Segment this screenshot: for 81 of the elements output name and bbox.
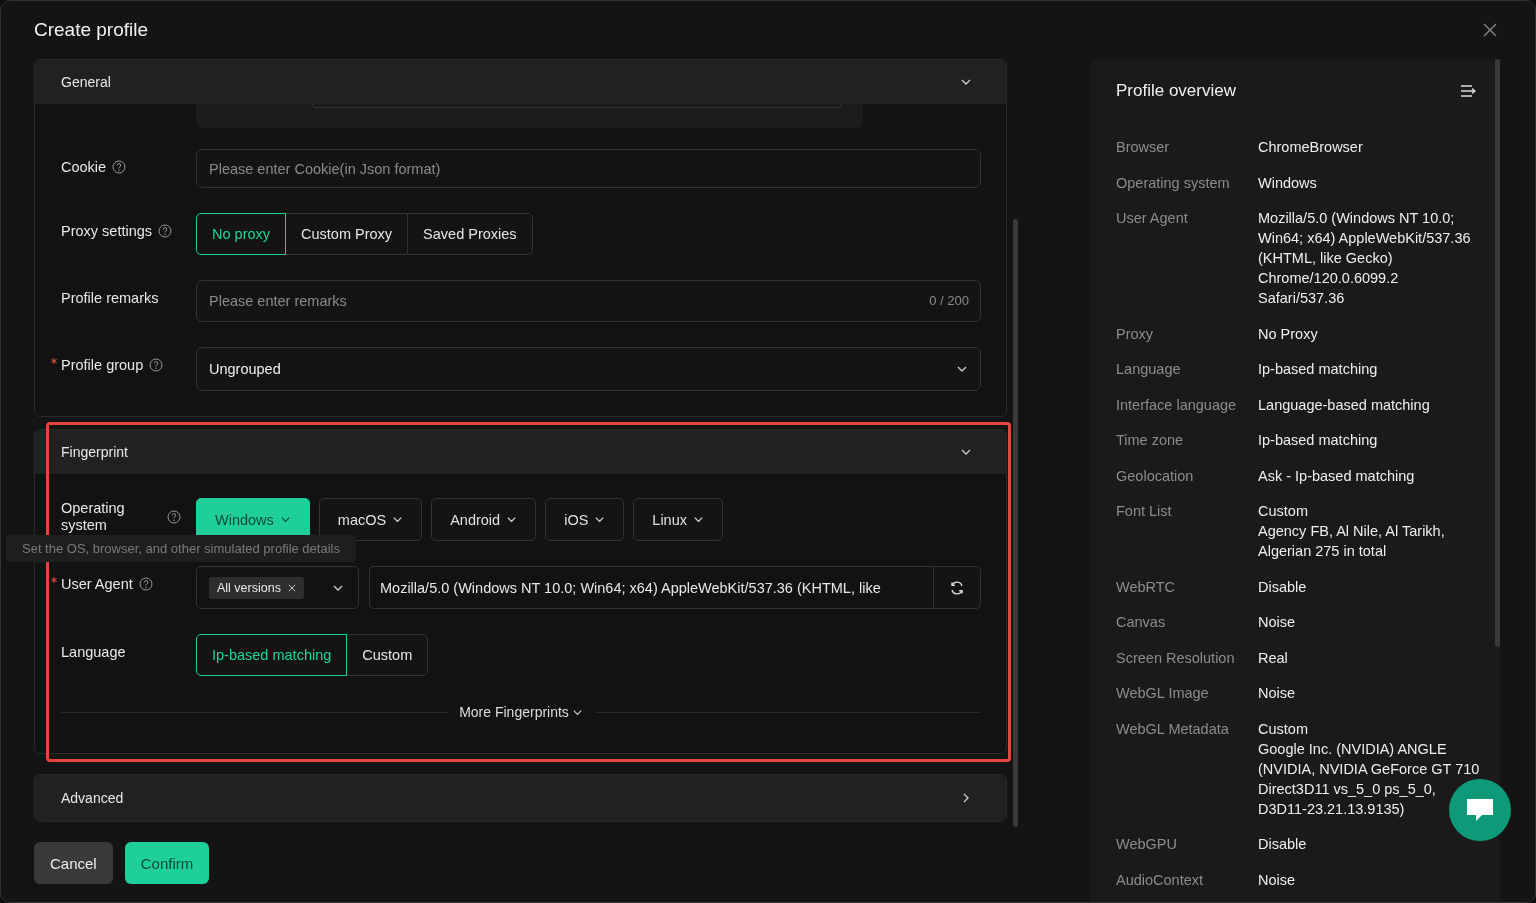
field-label: Profile group bbox=[61, 357, 144, 373]
scrollbar[interactable] bbox=[1013, 219, 1018, 827]
language-option[interactable]: Ip-based matching bbox=[196, 634, 348, 676]
collapse-icon[interactable] bbox=[1460, 83, 1476, 99]
overview-label: Browser bbox=[1116, 138, 1171, 157]
overview-label: WebRTC bbox=[1116, 577, 1177, 597]
cookie-field[interactable]: Please enter Cookie(in Json format) bbox=[196, 149, 981, 188]
caret-icon bbox=[594, 514, 606, 525]
field-label: Cookie bbox=[61, 159, 107, 175]
section-header[interactable]: Fingerprint bbox=[35, 430, 1006, 474]
more-fingerprints-link[interactable]: More Fingerprints bbox=[459, 704, 583, 720]
overview-label: Operating system bbox=[1116, 173, 1231, 193]
chat-icon bbox=[1465, 797, 1495, 823]
overview-label: Interface language bbox=[1116, 395, 1238, 415]
help-icon[interactable] bbox=[138, 577, 153, 591]
overview-label: Geolocation bbox=[1116, 466, 1195, 486]
tooltip: Set the OS, browser, and other simulated profile details bbox=[6, 535, 356, 562]
overview-label: Language bbox=[1116, 360, 1182, 379]
field-label: Operating system bbox=[61, 500, 126, 534]
section-header[interactable]: Advanced bbox=[35, 775, 1006, 821]
overview-value: Ask - Ip-based matching bbox=[1258, 466, 1415, 486]
overview-label: WebGPU bbox=[1116, 835, 1178, 854]
help-icon[interactable] bbox=[158, 224, 173, 238]
panel-title: Profile overview bbox=[1116, 81, 1236, 101]
overview-value: Noise bbox=[1258, 870, 1296, 890]
scrollbar[interactable] bbox=[1495, 59, 1500, 647]
os-option[interactable]: macOS bbox=[318, 498, 423, 541]
dialog-title: Create profile bbox=[34, 19, 149, 41]
proxy-option[interactable]: Custom Proxy bbox=[285, 213, 409, 255]
overview-value: Custom Agency FB, Al Nile, Al Tarikh, Algerian 275 in total bbox=[1258, 502, 1445, 561]
overview-label: Screen Resolution bbox=[1116, 648, 1236, 668]
overview-value: No Proxy bbox=[1258, 324, 1318, 344]
profile-group-select[interactable]: Ungrouped bbox=[196, 347, 981, 391]
overview-label: Time zone bbox=[1116, 431, 1185, 450]
help-icon[interactable] bbox=[112, 160, 127, 174]
confirm-button[interactable]: Confirm bbox=[124, 842, 210, 884]
help-icon[interactable] bbox=[167, 510, 181, 524]
version-select[interactable]: All versions bbox=[196, 566, 359, 609]
section-header[interactable]: General bbox=[35, 60, 1006, 104]
remove-icon[interactable] bbox=[287, 583, 296, 592]
overview-value: Language-based matching bbox=[1258, 395, 1430, 415]
overview-label: User Agent bbox=[1116, 209, 1189, 228]
os-option[interactable]: iOS bbox=[545, 498, 625, 541]
overview-label: WebGL Metadata bbox=[1116, 719, 1230, 739]
overview-value: Noise bbox=[1258, 684, 1296, 703]
character-counter: 0 / 200 bbox=[929, 293, 969, 308]
overview-value: Noise bbox=[1258, 613, 1296, 632]
os-option[interactable]: Linux bbox=[633, 498, 723, 541]
refresh-button[interactable] bbox=[933, 566, 981, 609]
overview-value: Disable bbox=[1258, 835, 1307, 854]
overview-label: AudioContext bbox=[1116, 870, 1205, 890]
overview-value: Mozilla/5.0 (Windows NT 10.0; Win64; x64) AppleWebKit/537.36 (KHTML, like Gecko) Chrome/120.0.6099.2 Safari/537.36 bbox=[1258, 209, 1471, 308]
cancel-button[interactable]: Cancel bbox=[34, 842, 113, 884]
overview-value: Ip-based matching bbox=[1258, 360, 1378, 379]
help-icon[interactable] bbox=[149, 358, 164, 372]
caret-icon bbox=[392, 514, 404, 525]
language-option[interactable]: Custom bbox=[346, 634, 429, 676]
overview-value: Windows bbox=[1258, 173, 1317, 193]
overview-value: Real bbox=[1258, 648, 1288, 668]
os-option[interactable]: Android bbox=[431, 498, 537, 541]
field-label: Proxy settings bbox=[61, 223, 153, 239]
field-label: Profile remarks bbox=[61, 290, 159, 306]
caret-icon bbox=[506, 514, 518, 525]
version-tag: All versions bbox=[209, 576, 304, 599]
proxy-option[interactable]: Saved Proxies bbox=[407, 213, 533, 255]
refresh-icon bbox=[949, 579, 965, 596]
proxy-option[interactable]: No proxy bbox=[196, 213, 287, 255]
overview-value: Disable bbox=[1258, 577, 1307, 597]
overview-value: Ip-based matching bbox=[1258, 431, 1378, 450]
caret-icon bbox=[693, 514, 704, 525]
overview-label: Canvas bbox=[1116, 613, 1167, 632]
overview-label: WebGL Image bbox=[1116, 684, 1210, 703]
overview-value: Custom Google Inc. (NVIDIA) ANGLE (NVIDIA, NVIDIA GeForce GT 710 Direct3D11 vs_5_0 ps_5_0, D3D11-23.21.13.9135) bbox=[1258, 719, 1480, 819]
overview-value: ChromeBrowser bbox=[1258, 138, 1363, 157]
overview-label: Proxy bbox=[1116, 324, 1155, 344]
field-label: Language bbox=[61, 644, 126, 660]
close-icon[interactable] bbox=[1483, 23, 1497, 37]
field-label: User Agent bbox=[61, 576, 133, 592]
caret-icon bbox=[279, 514, 291, 525]
overview-label: Font List bbox=[1116, 502, 1173, 521]
user-agent-field[interactable]: Mozilla/5.0 (Windows NT 10.0; Win64; x64) AppleWebKit/537.36 (KHTML, like bbox=[369, 566, 933, 609]
